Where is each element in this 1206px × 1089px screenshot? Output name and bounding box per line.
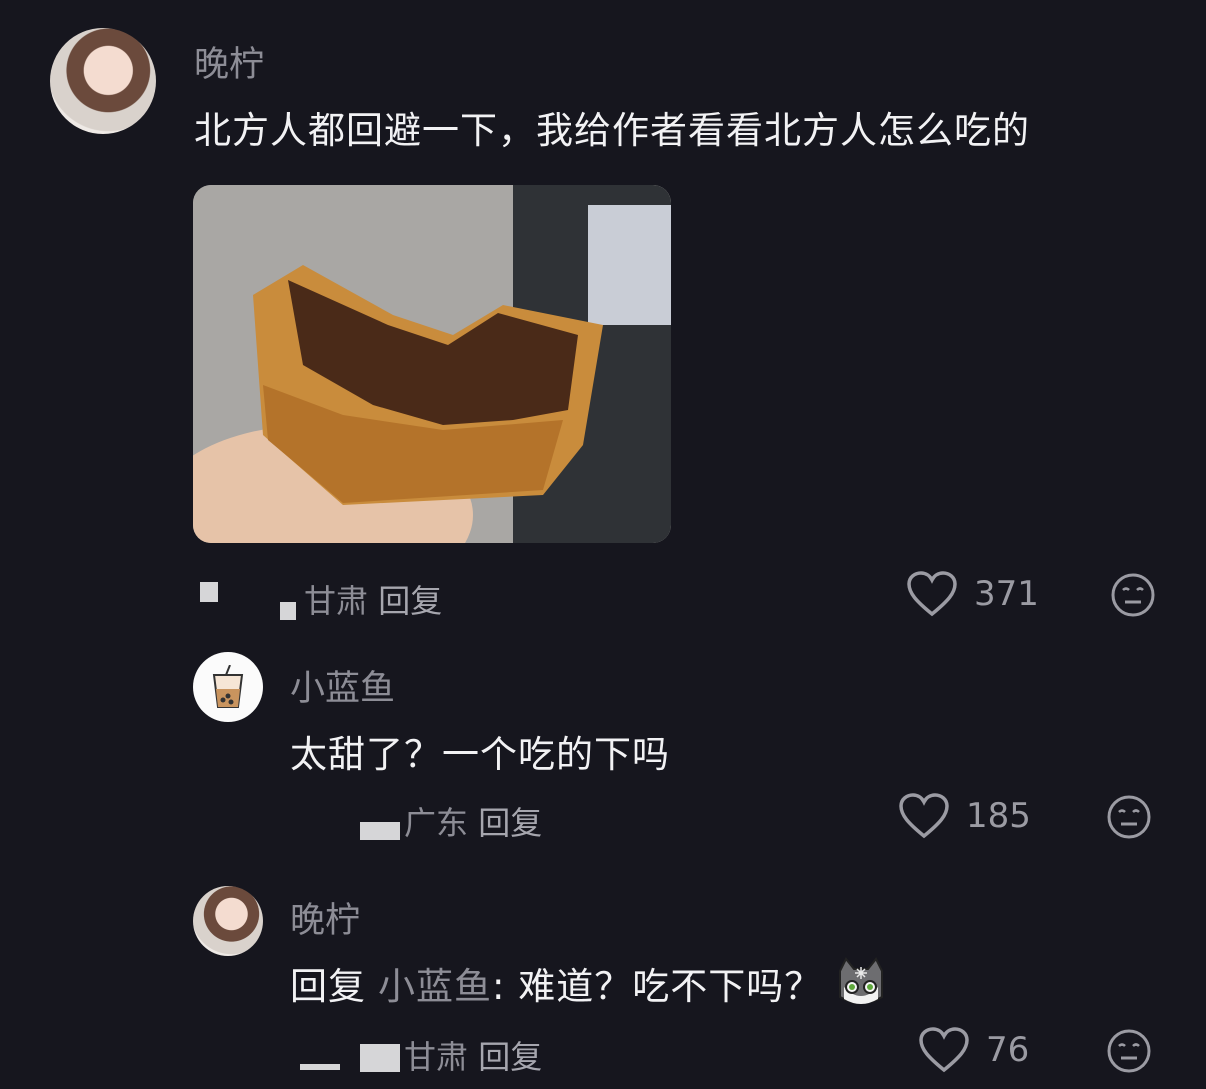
bubble-tea-icon <box>212 665 244 708</box>
heart-outline-icon <box>899 793 949 839</box>
redacted-time <box>200 582 218 602</box>
comment-like-button[interactable]: 371 <box>906 570 1039 618</box>
reply-like-button[interactable]: 76 <box>918 1026 1029 1074</box>
reply-mention[interactable]: 小蓝鱼 <box>378 956 492 1010</box>
reply-text: 太甜了？一个吃的下吗 <box>290 733 670 776</box>
comment-reply-button[interactable]: 回复 <box>378 582 442 620</box>
redacted-time <box>360 1044 400 1072</box>
reply-reply-button[interactable]: 回复 <box>478 804 542 842</box>
avatar-wanning[interactable] <box>193 886 263 956</box>
avatar-xiaolanyu[interactable] <box>193 652 263 722</box>
reply-like-button[interactable]: 185 <box>898 792 1031 840</box>
cat-face-emoji <box>839 957 884 1004</box>
comment-photo[interactable] <box>193 185 671 543</box>
reply-author[interactable]: 晚柠 <box>290 892 360 943</box>
redacted-time <box>300 1064 340 1070</box>
reply-reply-button[interactable]: 回复 <box>478 1038 542 1076</box>
reply-location: 甘肃 <box>404 1038 469 1076</box>
comment-like-count: 371 <box>974 574 1039 614</box>
reply-meta: 广东 回复 <box>404 798 542 844</box>
redacted-time <box>280 602 296 620</box>
mooncake-image <box>193 185 671 543</box>
reply-text: 回复 小蓝鱼 : 难道？吃不下吗？ <box>290 956 888 1010</box>
comment-text: 北方人都回避一下，我给作者看看北方人怎么吃的 <box>194 109 1030 152</box>
comment-location: 甘肃 <box>304 582 369 620</box>
neutral-face-icon[interactable] <box>1106 794 1152 840</box>
reply-like-count: 76 <box>986 1030 1030 1070</box>
comment-author[interactable]: 晚柠 <box>194 36 264 87</box>
reply-meta: 甘肃 回复 <box>404 1032 542 1078</box>
reply-location: 广东 <box>404 804 469 842</box>
redacted-time <box>360 822 400 840</box>
heart-outline-icon <box>907 571 957 617</box>
heart-outline-icon <box>919 1027 969 1073</box>
neutral-face-icon[interactable] <box>1106 1028 1152 1074</box>
avatar-wanning[interactable] <box>50 28 156 134</box>
reply-like-count: 185 <box>966 796 1031 836</box>
reply-author[interactable]: 小蓝鱼 <box>290 660 395 711</box>
reply-prefix: 回复 <box>290 965 366 1008</box>
comment-meta: 甘肃 回复 <box>304 576 442 622</box>
reply-body: : 难道？吃不下吗？ <box>492 965 823 1008</box>
neutral-face-icon[interactable] <box>1110 572 1156 618</box>
